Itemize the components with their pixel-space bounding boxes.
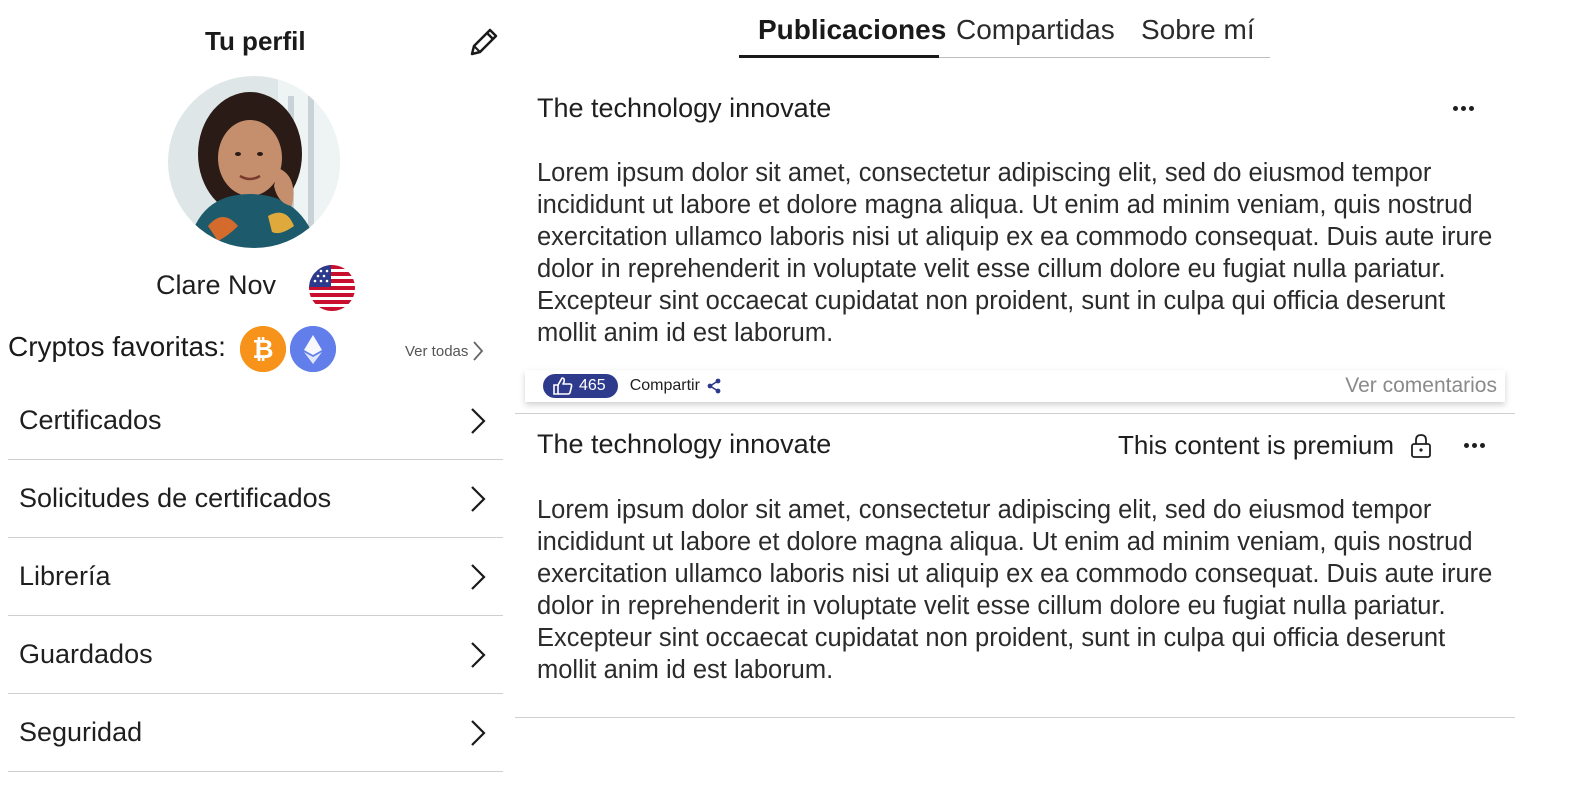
like-button[interactable]: 465 [543,374,618,398]
premium-badge[interactable]: This content is premium [1118,430,1432,461]
view-comments-link[interactable]: Ver comentarios [1345,374,1497,398]
share-button[interactable]: Compartir [630,377,722,395]
thumbs-up-icon [553,377,573,395]
lock-icon [1411,433,1431,458]
chevron-right-icon [471,641,486,668]
post-divider [515,717,1515,718]
chevron-right-icon [473,341,484,361]
post-body: Lorem ipsum dolor sit amet, consectetur … [537,159,1493,347]
avatar[interactable] [168,76,340,248]
more-options-icon[interactable] [1461,435,1491,455]
svg-text:₿: ₿ [252,334,273,364]
see-all-label: Ver todas [405,342,469,360]
menu-item-libreria[interactable]: Librería [8,538,503,616]
post-title: The technology innovate [537,429,832,459]
menu-item-label: Solicitudes de certificados [19,483,332,513]
see-all-link[interactable]: Ver todas [405,340,484,362]
menu-item-seguridad[interactable]: Seguridad [8,694,503,772]
chevron-right-icon [471,407,486,434]
premium-label: This content is premium [1118,430,1394,460]
menu-item-label: Seguridad [19,717,143,747]
user-name: Clare Nov [156,270,277,300]
us-flag-icon [309,265,355,311]
favorite-cryptos-label: Cryptos favoritas: [8,331,226,362]
share-icon [707,378,721,394]
menu-item-guardados[interactable]: Guardados [8,616,503,694]
more-options-icon[interactable] [1450,98,1480,118]
chevron-right-icon [471,719,486,746]
chevron-right-icon [471,563,486,590]
post-body: Lorem ipsum dolor sit amet, consectetur … [537,496,1493,684]
profile-title: Tu perfil [205,26,306,56]
post-title: The technology innovate [537,93,832,123]
menu-item-solicitudes[interactable]: Solicitudes de certificados [8,460,503,538]
post-card: The technology innovate Lorem ipsum dolo… [515,0,1515,410]
pencil-icon [470,28,498,56]
chevron-right-icon [471,485,486,512]
profile-panel: Tu perfil Clare Nov Cryptos favoritas: ₿… [0,0,505,789]
like-count: 465 [579,377,606,394]
menu-item-certificados[interactable]: Certificados [8,382,503,460]
profile-menu: Certificados Solicitudes de certificados… [8,382,503,772]
edit-profile-button[interactable] [466,24,502,60]
share-label: Compartir [629,377,700,394]
menu-item-label: Guardados [19,639,153,669]
bitcoin-icon[interactable]: ₿ [240,326,286,372]
ethereum-icon[interactable] [290,326,336,372]
post-actions-bar: 465 Compartir Ver comentarios [525,370,1505,402]
menu-item-label: Certificados [19,405,162,435]
menu-item-label: Librería [19,561,111,591]
